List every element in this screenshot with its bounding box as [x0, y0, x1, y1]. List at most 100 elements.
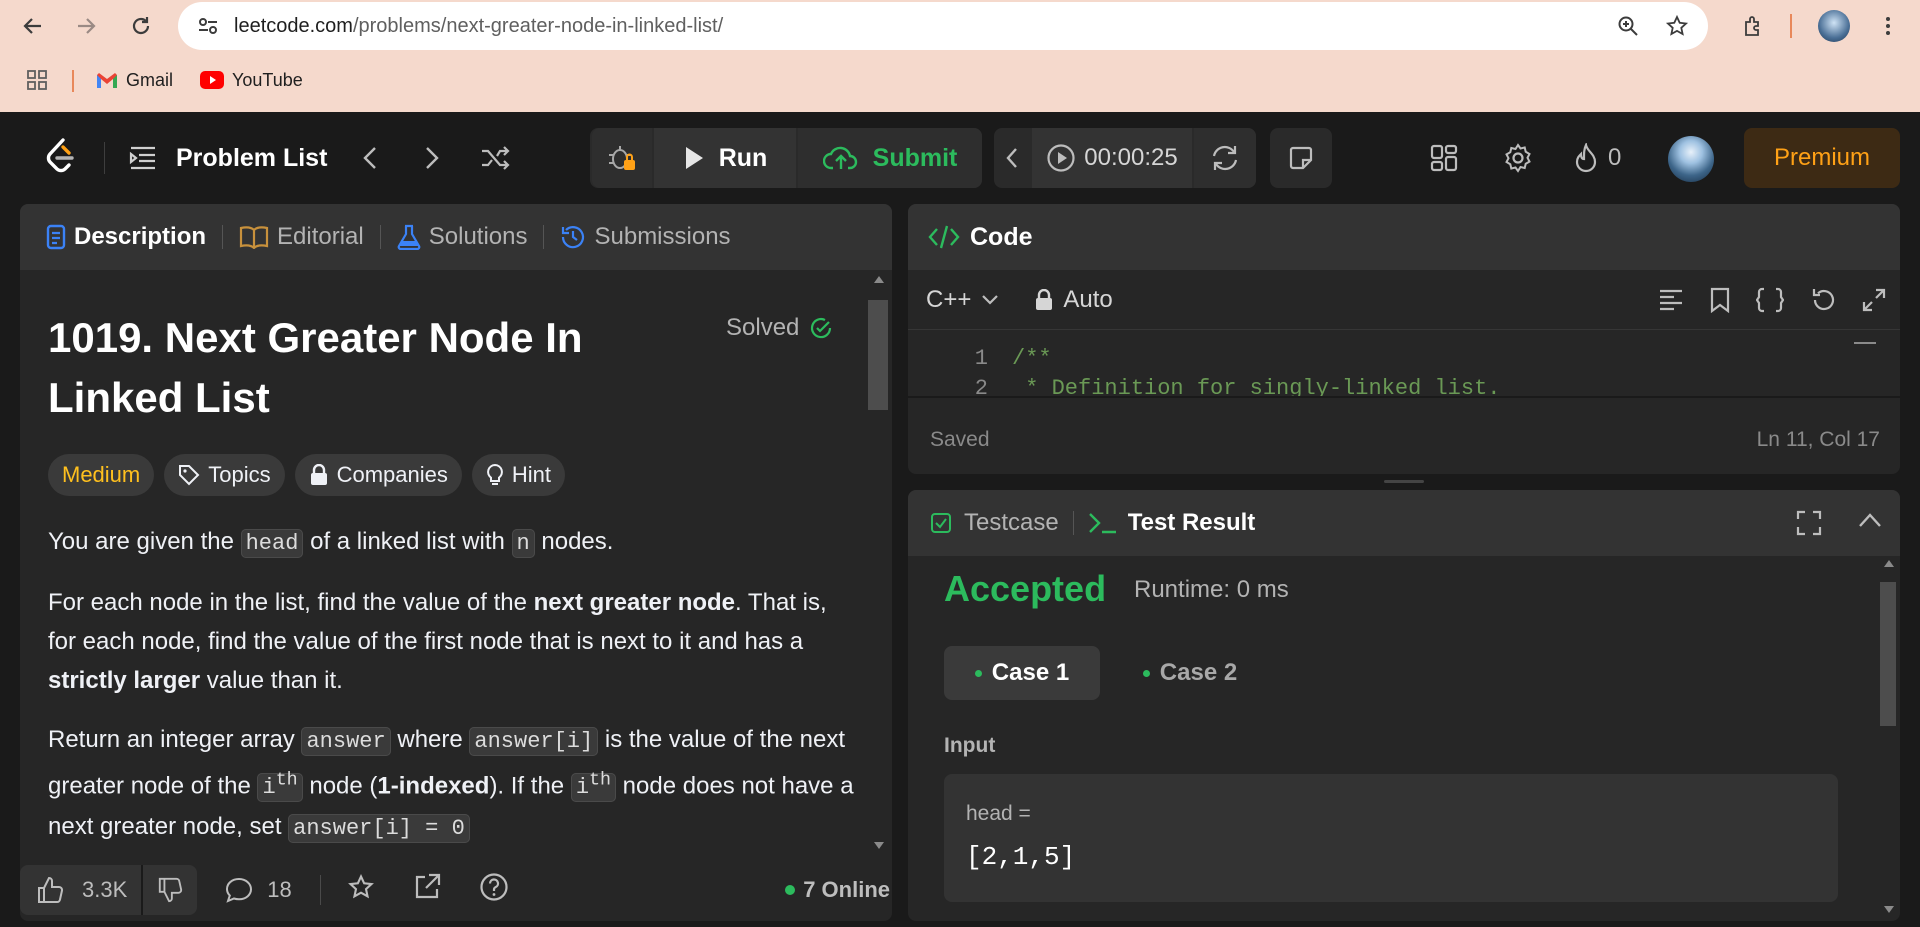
test-scrollbar[interactable] [1880, 560, 1896, 915]
browser-menu-icon[interactable] [1874, 12, 1902, 40]
companies-button[interactable]: Companies [294, 454, 462, 496]
curly-braces-icon[interactable] [1756, 287, 1784, 313]
text: ). If the [489, 772, 571, 800]
reset-code-icon[interactable] [1810, 287, 1836, 313]
panel-resize-handle[interactable] [1384, 480, 1424, 483]
shuffle-icon[interactable] [478, 140, 512, 176]
language-select[interactable]: C++ [926, 286, 999, 314]
help-icon[interactable] [479, 872, 509, 908]
bookmark-icon[interactable] [1710, 287, 1730, 313]
check-circle-icon [811, 317, 832, 339]
toolbar-divider [1790, 14, 1792, 38]
back-arrow-icon[interactable] [17, 10, 49, 42]
address-bar[interactable]: leetcode.com/problems/next-greater-node-… [178, 2, 1708, 50]
online-indicator: 7 Online [785, 877, 890, 903]
auto-mode-toggle[interactable]: Auto [1035, 285, 1113, 314]
flame-icon [1575, 143, 1597, 173]
pass-dot [974, 669, 982, 677]
verdict-label: Accepted [944, 568, 1107, 609]
mode-label: Auto [1063, 285, 1113, 313]
inline-code: ith [257, 770, 303, 803]
scroll-up-arrow-icon[interactable] [1884, 560, 1894, 567]
scroll-up-arrow-icon[interactable] [874, 276, 884, 283]
profile-avatar[interactable] [1818, 10, 1850, 42]
inline-code: head [240, 529, 304, 558]
test-result-content: Accepted Runtime: 0 ms Case 1 Case 2 Inp… [908, 556, 1878, 921]
reset-timer-icon[interactable] [1194, 128, 1256, 188]
text: value than it. [200, 667, 343, 694]
tab-editorial[interactable]: Editorial [223, 223, 380, 251]
like-button[interactable]: 3.3K [20, 865, 142, 915]
problem-list-link[interactable]: Problem List [176, 136, 327, 180]
text: For each node in the list, find the valu… [48, 589, 534, 616]
scrollbar-thumb[interactable] [1880, 582, 1896, 726]
favorite-star-icon[interactable] [347, 873, 375, 907]
code-editor[interactable]: 1 /** 2 * Definition for singly-linked l… [908, 330, 1900, 396]
dislike-button[interactable] [143, 865, 198, 915]
bookmark-label: YouTube [232, 69, 303, 90]
scroll-down-arrow-icon[interactable] [1884, 906, 1894, 913]
scrollbar-thumb[interactable] [868, 300, 888, 410]
layout-icon[interactable] [1426, 140, 1462, 176]
comments-button[interactable]: 18 [225, 877, 292, 903]
zoom-icon[interactable] [1614, 12, 1642, 40]
case-2-tab[interactable]: Case 2 [1112, 646, 1268, 700]
extensions-icon[interactable] [1740, 12, 1768, 40]
variable-label: head = [966, 802, 1031, 825]
premium-button[interactable]: Premium [1744, 128, 1900, 188]
user-avatar[interactable] [1668, 136, 1714, 182]
share-icon[interactable] [413, 873, 441, 907]
apps-grid-icon[interactable] [26, 64, 48, 96]
description-footer: 3.3K 18 7 Online [20, 859, 890, 921]
site-info-icon[interactable] [196, 14, 220, 38]
problem-list-icon[interactable] [126, 136, 160, 180]
description-scrollbar[interactable] [868, 276, 888, 854]
bookmark-star-icon[interactable] [1663, 12, 1691, 40]
superscript: th [275, 770, 298, 791]
code-line: * Definition for singly-linked list. [1012, 376, 1501, 396]
submit-button[interactable]: Submit [798, 128, 982, 188]
fullscreen-icon[interactable] [1796, 510, 1822, 541]
notes-icon[interactable] [1270, 128, 1332, 188]
hint-button[interactable]: Hint [471, 454, 566, 496]
inline-code: answer [301, 727, 391, 756]
forward-arrow-icon[interactable] [70, 10, 102, 42]
runtime-label: Runtime: 0 ms [1134, 576, 1289, 603]
topics-button[interactable]: Topics [164, 454, 285, 496]
bookmark-gmail[interactable]: Gmail [96, 64, 173, 96]
description-paragraph: Return an integer array answer where ans… [48, 720, 858, 848]
settings-gear-icon[interactable] [1500, 140, 1536, 176]
leetcode-logo-icon[interactable] [40, 134, 80, 180]
tab-submissions[interactable]: Submissions [544, 223, 746, 251]
code-text: i [575, 775, 590, 801]
reload-icon[interactable] [125, 10, 157, 42]
run-button[interactable]: Run [654, 128, 796, 188]
case-label: Case 2 [1159, 659, 1238, 686]
code-panel-title: Code [970, 222, 1033, 251]
tab-solutions[interactable]: Solutions [381, 223, 544, 251]
like-count: 3.3K [82, 877, 128, 902]
debug-icon[interactable] [592, 128, 652, 188]
expand-icon[interactable] [1862, 288, 1886, 312]
prev-problem-icon[interactable] [358, 140, 382, 176]
solved-label: Solved [726, 314, 800, 341]
gmail-icon [97, 72, 117, 88]
bookmark-youtube[interactable]: YouTube [200, 64, 303, 96]
tag-row: Medium Topics Companies Hint [48, 454, 858, 496]
streak-counter[interactable]: 0 [1574, 140, 1621, 176]
case-1-tab[interactable]: Case 1 [944, 646, 1100, 700]
inline-code: answer[i] = 0 [288, 814, 470, 844]
tab-description[interactable]: Description [30, 223, 222, 251]
format-align-icon[interactable] [1658, 288, 1684, 312]
scroll-down-arrow-icon[interactable] [874, 842, 884, 849]
line-number: 1 [974, 346, 988, 371]
timer-display[interactable]: 00:00:25 [1032, 128, 1192, 188]
collapse-timer-icon[interactable] [994, 128, 1030, 188]
tab-testcase[interactable]: Testcase [930, 509, 1059, 537]
chevron-up-icon[interactable] [1858, 512, 1882, 533]
bold-text: 1-indexed [377, 772, 490, 800]
text: of a linked list with [303, 528, 512, 555]
superscript: th [589, 770, 612, 791]
next-problem-icon[interactable] [420, 140, 444, 176]
tab-test-result[interactable]: Test Result [1088, 509, 1255, 537]
